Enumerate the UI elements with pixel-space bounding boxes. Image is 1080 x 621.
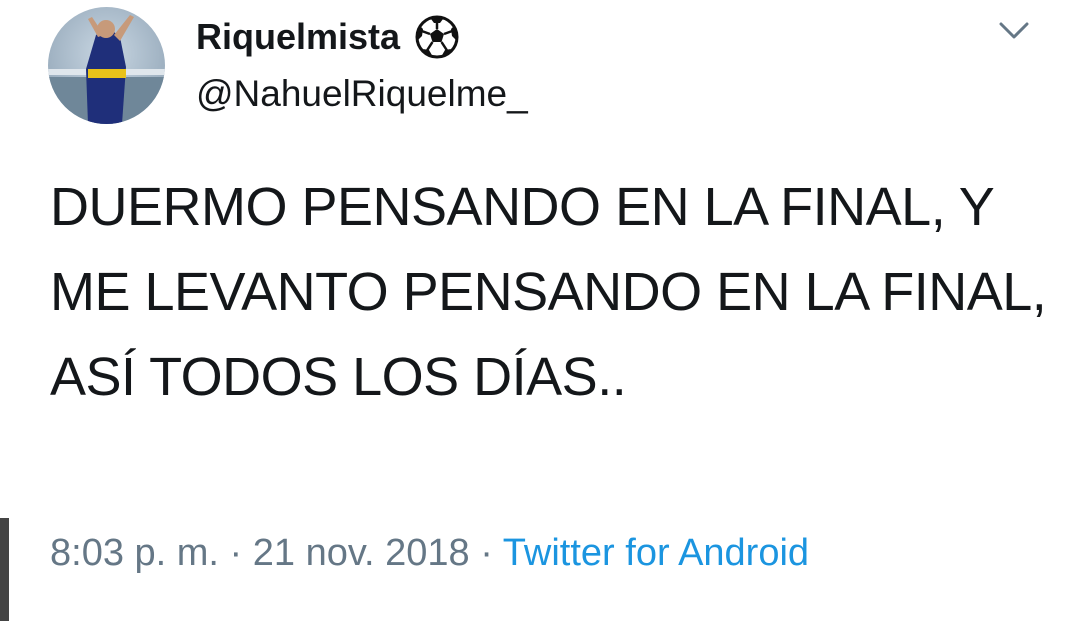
tweet-card: Riquelmista @NahuelRiquelme_ DUERMO PENS… (0, 0, 1080, 621)
soccer-ball-icon (414, 14, 460, 60)
avatar[interactable] (48, 7, 165, 124)
meta-separator: · (480, 532, 493, 574)
tweet-source-link[interactable]: Twitter for Android (503, 532, 809, 574)
avatar-image (48, 7, 165, 124)
tweet-time[interactable]: 8:03 p. m. (50, 532, 219, 574)
tweet-text: DUERMO PENSANDO EN LA FINAL, Y ME LEVANT… (50, 177, 1047, 407)
user-handle[interactable]: @NahuelRiquelme_ (196, 72, 528, 116)
tweet-meta: 8:03 p. m. · 21 nov. 2018 · Twitter for … (50, 528, 809, 578)
meta-separator: · (229, 532, 243, 574)
left-edge-bar (0, 518, 9, 621)
display-name-text: Riquelmista (196, 16, 401, 57)
chevron-down-icon[interactable] (990, 16, 1038, 46)
display-name[interactable]: Riquelmista (196, 14, 460, 60)
tweet-date[interactable]: 21 nov. 2018 (253, 532, 470, 574)
